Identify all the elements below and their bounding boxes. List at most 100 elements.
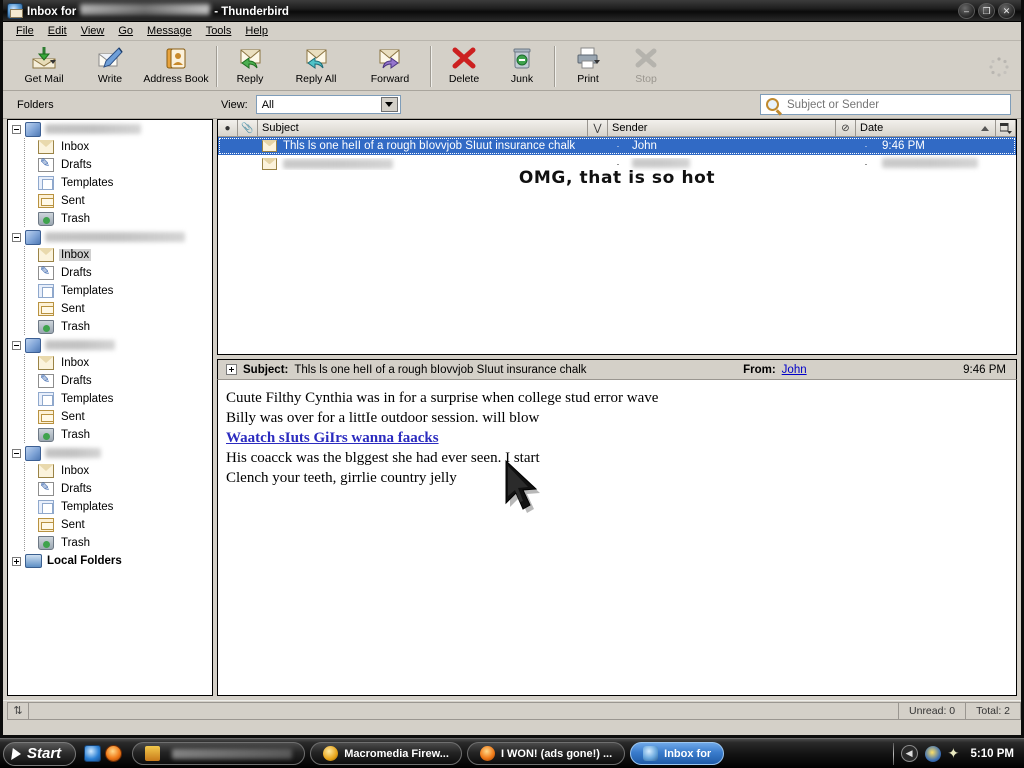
collapse-expander-icon[interactable]	[12, 124, 21, 134]
menu-edit[interactable]: Edit	[41, 23, 74, 39]
thunderbird-app-icon	[7, 2, 23, 19]
search-icon	[766, 98, 779, 111]
folder-item-drafts[interactable]: Drafts	[8, 480, 212, 498]
tree-line	[24, 462, 25, 480]
folder-item-drafts[interactable]: Drafts	[8, 372, 212, 390]
search-input[interactable]	[785, 97, 995, 112]
view-and-search-bar: Folders View: All	[3, 91, 1021, 119]
offline-indicator-icon[interactable]: ⇅	[7, 701, 29, 720]
account-row[interactable]	[8, 228, 212, 246]
window-title: Inbox for - Thunderbird	[27, 3, 289, 18]
folder-item-drafts[interactable]: Drafts	[8, 156, 212, 174]
print-dropdown-arrow[interactable]	[594, 60, 600, 64]
folder-item-trash[interactable]: Trash	[8, 210, 212, 228]
tree-line	[24, 498, 25, 516]
message-list-rows[interactable]: Thls ls one heII of a rough bIovvjob SIu…	[218, 137, 1016, 354]
minimize-button[interactable]: –	[958, 3, 975, 19]
toolbar-delete-button[interactable]: Delete	[435, 43, 493, 90]
taskbar-button[interactable]: I WON! (ads gone!) ...	[466, 742, 626, 765]
folder-item-templates[interactable]: Templates	[8, 498, 212, 516]
folder-item-sent[interactable]: Sent	[8, 516, 212, 534]
collapse-expander-icon[interactable]	[12, 232, 21, 242]
running-man-icon[interactable]	[924, 745, 941, 762]
folder-item-drafts[interactable]: Drafts	[8, 264, 212, 282]
toolbar-junk-button[interactable]: Junk	[493, 43, 551, 90]
thread-column[interactable]: ⋁	[588, 120, 608, 136]
collapse-expander-icon[interactable]	[12, 340, 21, 350]
folder-item-trash[interactable]: Trash	[8, 318, 212, 336]
account-row[interactable]	[8, 444, 212, 462]
sparkle-icon[interactable]: ✦	[948, 746, 964, 762]
view-filter-select[interactable]: All	[255, 95, 401, 114]
restore-button[interactable]: ❐	[978, 3, 995, 19]
taskbar-button[interactable]	[132, 742, 306, 765]
menu-go[interactable]: Go	[111, 23, 140, 39]
trash-folder-icon	[38, 320, 54, 334]
read-status-column[interactable]: ●	[218, 120, 238, 136]
taskbar-button[interactable]: Inbox for	[630, 742, 725, 765]
toolbar-reply-all-button[interactable]: Reply All	[279, 43, 353, 90]
collapse-expander-icon[interactable]	[12, 448, 21, 458]
folder-item-sent[interactable]: Sent	[8, 300, 212, 318]
folder-item-inbox[interactable]: Inbox	[8, 462, 212, 480]
menu-tools[interactable]: Tools	[199, 23, 239, 39]
folder-item-inbox[interactable]: Inbox	[8, 246, 212, 264]
folder-item-trash[interactable]: Trash	[8, 426, 212, 444]
from-value-link[interactable]: John	[782, 364, 807, 376]
close-button[interactable]: ✕	[998, 3, 1015, 19]
start-button[interactable]: Start	[3, 741, 77, 766]
folder-item-inbox[interactable]: Inbox	[8, 354, 212, 372]
toolbar-print-button[interactable]: Print	[559, 43, 617, 90]
activity-throbber	[981, 43, 1017, 90]
menu-help[interactable]: Help	[238, 23, 275, 39]
attachment-column[interactable]: 📎	[238, 120, 258, 136]
folder-item-trash[interactable]: Trash	[8, 534, 212, 552]
message-body-line: Cuute Filthy Cynthia was in for a surpri…	[226, 390, 659, 406]
window-titlebar: Inbox for - Thunderbird – ❐ ✕	[3, 0, 1021, 22]
account-row[interactable]	[8, 336, 212, 354]
menu-file[interactable]: File	[9, 23, 41, 39]
toolbar-write-button[interactable]: Write	[81, 43, 139, 90]
menu-view[interactable]: View	[74, 23, 112, 39]
taskbar-button-label: Macromedia Firew...	[344, 747, 449, 760]
folder-pane[interactable]: Inbox Drafts Templates Sent Trash Inbox Drafts…	[7, 119, 213, 696]
toolbar-get-mail-button[interactable]: Get Mail	[7, 43, 81, 90]
date-column[interactable]: Date	[856, 120, 996, 136]
tree-line	[24, 282, 25, 300]
message-body-pane[interactable]: Cuute Filthy Cynthia was in for a surpri…	[217, 380, 1017, 696]
message-body-link[interactable]: Waatch sIuts GiIrs wanna faacks	[226, 428, 1016, 448]
message-row[interactable]: Thls ls one heII of a rough bIovvjob SIu…	[218, 137, 1016, 155]
expand-header-button[interactable]	[226, 364, 237, 375]
drafts-folder-icon	[38, 480, 54, 496]
account-row[interactable]	[8, 120, 212, 138]
tray-expand-chevron-icon[interactable]: ◀	[900, 745, 918, 762]
junk-status-column[interactable]: ⊘	[836, 120, 856, 136]
folder-item-templates[interactable]: Templates	[8, 174, 212, 192]
expand-expander-icon[interactable]	[12, 556, 21, 566]
folder-label: Templates	[61, 393, 114, 405]
subject-column-label: Subject	[262, 122, 299, 134]
column-picker-button[interactable]	[996, 120, 1016, 136]
internet-explorer-icon[interactable]	[84, 745, 102, 762]
menu-message[interactable]: Message	[140, 23, 199, 39]
subject-column[interactable]: Subject	[258, 120, 588, 136]
folder-item-inbox[interactable]: Inbox	[8, 138, 212, 156]
windows-taskbar: Start Macromedia Firew... I WON! (ads gon…	[0, 738, 1024, 768]
folder-item-sent[interactable]: Sent	[8, 408, 212, 426]
drafts-folder-icon	[38, 264, 54, 280]
taskbar-button[interactable]: Macromedia Firew...	[310, 742, 462, 765]
folder-tree: Inbox Drafts Templates Sent Trash Inbox Drafts…	[8, 120, 212, 570]
folder-item-sent[interactable]: Sent	[8, 192, 212, 210]
toolbar-reply-button[interactable]: Reply	[221, 43, 279, 90]
folder-item-templates[interactable]: Templates	[8, 390, 212, 408]
local-folders-row[interactable]: Local Folders	[8, 552, 212, 570]
get-mail-dropdown-arrow[interactable]	[50, 60, 56, 64]
message-row[interactable]: · ·	[218, 155, 1016, 173]
folder-item-templates[interactable]: Templates	[8, 282, 212, 300]
chevron-down-icon[interactable]	[380, 97, 398, 112]
search-box[interactable]	[760, 94, 1011, 115]
firefox-icon[interactable]	[105, 745, 123, 762]
toolbar-address-book-button[interactable]: Address Book	[139, 43, 213, 90]
sender-column[interactable]: Sender	[608, 120, 836, 136]
toolbar-forward-button[interactable]: Forward	[353, 43, 427, 90]
